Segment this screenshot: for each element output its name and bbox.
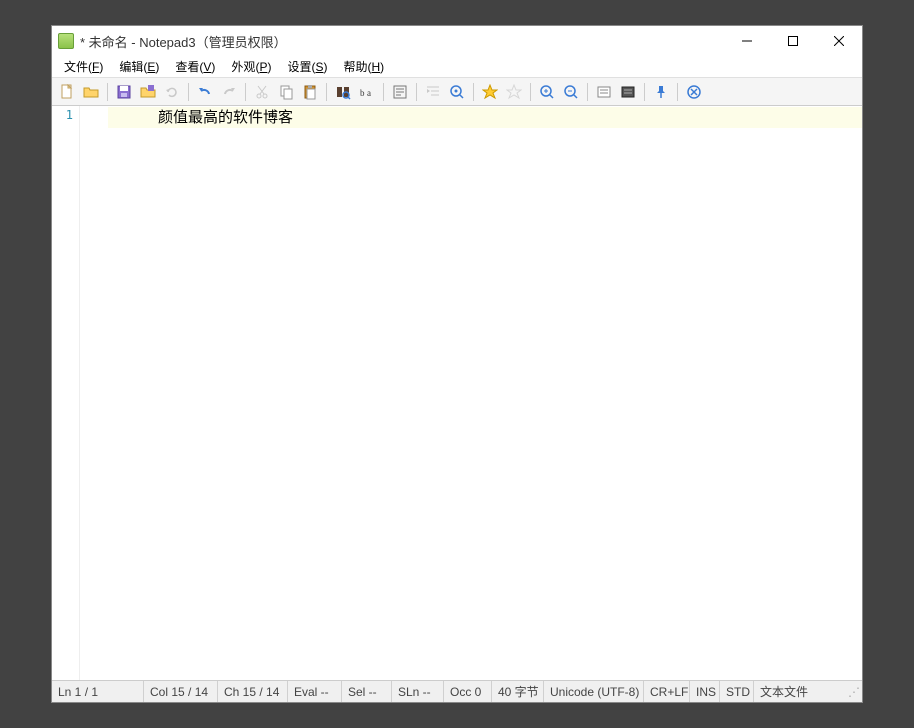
scheme-button[interactable] [593,81,615,103]
titlebar: * 未命名 - Notepad3（管理员权限） [52,26,862,56]
zoom-in-button[interactable] [536,81,558,103]
separator [677,83,678,101]
separator [644,83,645,101]
save-as-button[interactable] [137,81,159,103]
status-scheme[interactable]: 文本文件 [754,681,846,702]
status-ch[interactable]: Ch 15 / 14 [218,681,288,702]
status-sln[interactable]: SLn -- [392,681,444,702]
save-button[interactable] [113,81,135,103]
new-file-button[interactable] [56,81,78,103]
statusbar: Ln 1 / 1 Col 15 / 14 Ch 15 / 14 Eval -- … [52,680,862,702]
menu-file[interactable]: 文件(F) [56,56,111,77]
window-controls [724,26,862,56]
replace-button[interactable]: ba [356,81,378,103]
fold-margin [80,106,108,680]
separator [326,83,327,101]
toolbar: ba [52,78,862,106]
open-file-button[interactable] [80,81,102,103]
favorite-add-button[interactable] [503,81,525,103]
maximize-button[interactable] [770,26,816,56]
menu-settings[interactable]: 设置(S) [279,56,335,77]
separator [587,83,588,101]
paste-button[interactable] [299,81,321,103]
scheme-config-button[interactable] [617,81,639,103]
svg-text:b: b [360,88,365,98]
revert-button[interactable] [161,81,183,103]
cut-button[interactable] [251,81,273,103]
status-eol[interactable]: CR+LF [644,681,690,702]
status-ovr[interactable]: INS [690,681,720,702]
favorite-button[interactable] [479,81,501,103]
menu-edit[interactable]: 编辑(E) [111,56,167,77]
editor-line[interactable]: 颜值最高的软件博客 [108,107,862,128]
indent-button[interactable] [422,81,444,103]
status-eval[interactable]: Eval -- [288,681,342,702]
find-button[interactable] [332,81,354,103]
separator [416,83,417,101]
status-sel[interactable]: Sel -- [342,681,392,702]
status-occ[interactable]: Occ 0 [444,681,492,702]
exit-button[interactable] [683,81,705,103]
svg-text:a: a [367,88,371,98]
editor-area: 1 颜值最高的软件博客 [52,106,862,680]
menu-appearance[interactable]: 外观(P) [223,56,279,77]
close-button[interactable] [816,26,862,56]
zoom-reset-button[interactable] [446,81,468,103]
app-icon [58,33,74,49]
separator [245,83,246,101]
notepad3-window: * 未命名 - Notepad3（管理员权限） 文件(F) 编辑(E) 查看(V… [51,25,863,703]
separator [188,83,189,101]
menu-view[interactable]: 查看(V) [167,56,223,77]
menubar: 文件(F) 编辑(E) 查看(V) 外观(P) 设置(S) 帮助(H) [52,56,862,78]
separator [383,83,384,101]
undo-button[interactable] [194,81,216,103]
menu-help[interactable]: 帮助(H) [335,56,392,77]
line-number: 1 [52,108,73,122]
status-mode[interactable]: STD [720,681,754,702]
zoom-out-button[interactable] [560,81,582,103]
separator [473,83,474,101]
resize-grip[interactable]: ⋰ [846,685,862,699]
line-number-gutter: 1 [52,106,80,680]
status-col[interactable]: Col 15 / 14 [144,681,218,702]
copy-button[interactable] [275,81,297,103]
word-wrap-button[interactable] [389,81,411,103]
minimize-button[interactable] [724,26,770,56]
status-encoding[interactable]: Unicode (UTF-8) [544,681,644,702]
separator [107,83,108,101]
text-editor[interactable]: 颜值最高的软件博客 [108,106,862,680]
status-line[interactable]: Ln 1 / 1 [52,681,144,702]
pin-button[interactable] [650,81,672,103]
separator [530,83,531,101]
status-bytes[interactable]: 40 字节 [492,681,544,702]
redo-button[interactable] [218,81,240,103]
window-title: * 未命名 - Notepad3（管理员权限） [80,32,724,51]
